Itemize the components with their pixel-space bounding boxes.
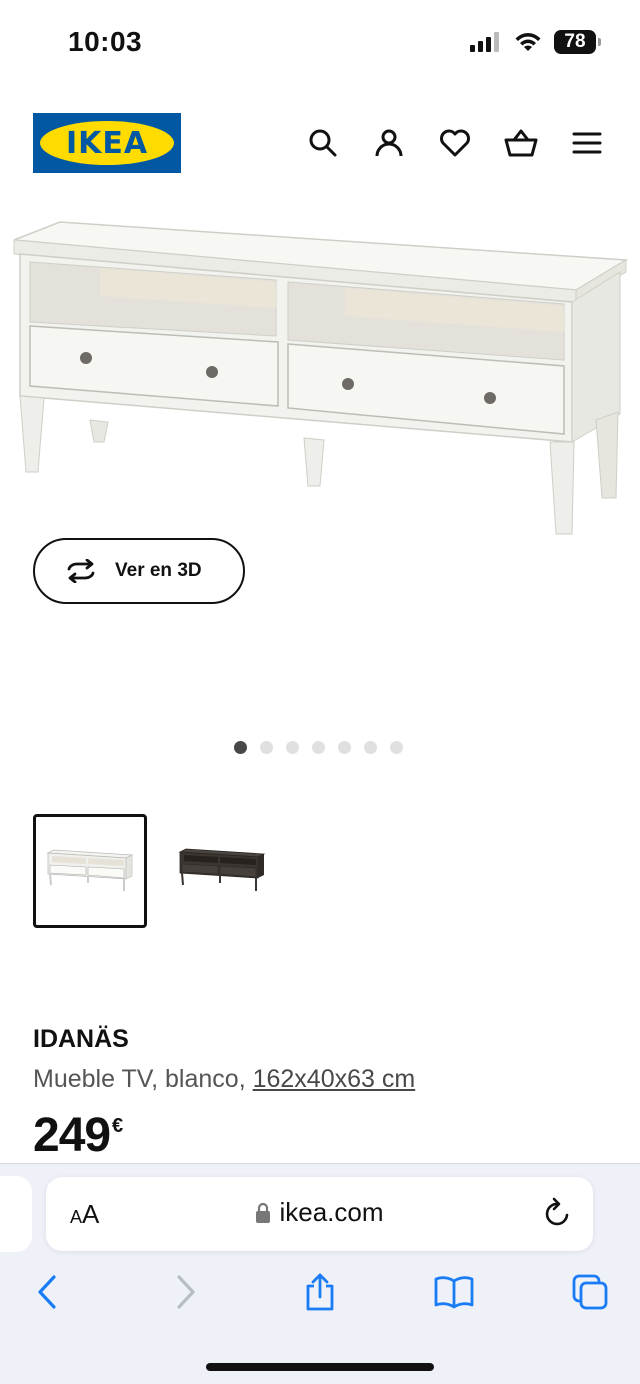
status-icons: 78 <box>470 30 601 54</box>
chevron-left-icon <box>38 1275 56 1309</box>
variant-thumbnail-dark-brown[interactable] <box>165 814 279 928</box>
status-time: 10:03 <box>68 26 143 57</box>
gallery-pagination <box>234 741 403 754</box>
gallery-dot[interactable] <box>364 741 377 754</box>
gallery-dot[interactable] <box>338 741 351 754</box>
dark-brown-tv-bench-thumbnail <box>178 848 266 891</box>
product-image[interactable] <box>0 210 640 540</box>
tv-bench-illustration <box>13 221 629 535</box>
gallery-dot[interactable] <box>234 741 247 754</box>
search-button[interactable] <box>304 124 342 162</box>
browser-bottom-bar: AA ikea.com <box>0 1163 640 1384</box>
battery-level: 78 <box>564 31 586 52</box>
account-button[interactable] <box>370 124 408 162</box>
product-name: IDANÄS <box>33 1025 129 1053</box>
favourites-button[interactable] <box>436 124 474 162</box>
tabs-icon <box>572 1274 608 1310</box>
book-icon <box>434 1276 474 1309</box>
view-3d-button[interactable]: Ver en 3D <box>33 538 245 604</box>
header-icons <box>304 124 606 162</box>
user-icon <box>375 129 403 157</box>
product-description-text: Mueble TV, blanco, <box>33 1065 253 1093</box>
forward-button[interactable] <box>164 1270 208 1314</box>
back-button[interactable] <box>25 1270 69 1314</box>
rotate-3d-icon <box>67 559 95 583</box>
basket-icon <box>504 129 538 157</box>
share-button[interactable] <box>298 1270 342 1314</box>
white-tv-bench-thumbnail <box>46 849 134 891</box>
product-dimensions-link[interactable]: 162x40x63 cm <box>253 1065 416 1093</box>
price-currency: € <box>112 1115 124 1137</box>
bookmarks-button[interactable] <box>432 1270 476 1314</box>
lock-icon <box>256 1202 271 1223</box>
gallery-dot[interactable] <box>390 741 403 754</box>
url-display[interactable]: ikea.com <box>46 1197 593 1228</box>
menu-button[interactable] <box>568 124 606 162</box>
browser-toolbar <box>0 1264 640 1328</box>
home-indicator[interactable] <box>206 1363 434 1371</box>
view-3d-label: Ver en 3D <box>115 560 202 581</box>
logo-text: IKEA <box>65 125 149 161</box>
site-header: IKEA <box>0 110 640 176</box>
search-icon <box>309 129 337 157</box>
battery-indicator: 78 <box>554 30 601 54</box>
variant-thumbnail-white[interactable] <box>33 814 147 928</box>
tabs-button[interactable] <box>568 1270 612 1314</box>
url-text: ikea.com <box>279 1197 384 1227</box>
reload-icon <box>545 1197 569 1226</box>
ikea-logo[interactable]: IKEA <box>33 113 181 173</box>
wifi-icon <box>515 33 541 51</box>
logo-oval: IKEA <box>40 121 174 165</box>
previous-tab-preview[interactable] <box>0 1176 32 1252</box>
status-bar: 10:03 78 <box>0 0 640 86</box>
share-icon <box>306 1273 334 1311</box>
cellular-signal-icon <box>470 32 499 52</box>
menu-icon <box>572 132 602 154</box>
basket-button[interactable] <box>502 124 540 162</box>
product-description: Mueble TV, blanco, 162x40x63 cm <box>33 1065 415 1094</box>
heart-icon <box>440 129 470 157</box>
variant-thumbnails <box>33 814 279 928</box>
chevron-right-icon <box>177 1275 195 1309</box>
product-price: 249 <box>33 1109 111 1162</box>
address-bar[interactable]: AA ikea.com <box>46 1177 593 1251</box>
reload-button[interactable] <box>543 1197 573 1234</box>
gallery-dot[interactable] <box>312 741 325 754</box>
gallery-dot[interactable] <box>286 741 299 754</box>
gallery-dot[interactable] <box>260 741 273 754</box>
